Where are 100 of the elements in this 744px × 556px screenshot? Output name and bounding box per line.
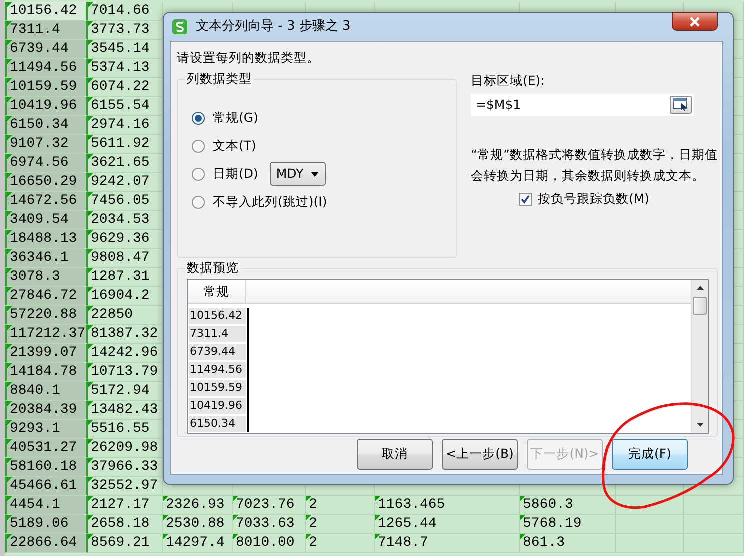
table-cell: 14184.78 [5, 363, 88, 382]
table-cell: 2 [306, 496, 375, 515]
table-cell: 40531.27 [5, 439, 88, 458]
scrollbar-thumb[interactable] [693, 297, 707, 315]
table-cell: 14672.56 [5, 192, 88, 211]
window-title: 文本分列向导 - 3 步骤之 3 [196, 18, 351, 36]
table-cell: 2 [306, 515, 375, 534]
table-cell: 5768.19 [520, 515, 616, 534]
close-button[interactable] [672, 12, 718, 31]
prompt-text: 请设置每列的数据类型。 [177, 49, 320, 67]
table-cell: 6974.56 [5, 154, 88, 173]
table-cell: 10713.79 [88, 363, 163, 382]
table-cell: 3621.65 [88, 154, 163, 173]
table-cell: 2974.16 [88, 116, 163, 135]
field-label: 目标区域(E): [471, 72, 546, 90]
table-cell: 6074.22 [88, 78, 163, 97]
table-cell: 6150.34 [5, 116, 88, 135]
table-cell: 5611.92 [88, 135, 163, 154]
radio-button[interactable]: 文本(T) [192, 136, 256, 156]
table-cell: 45466.61 [5, 477, 88, 496]
radio-button[interactable]: 日期(D) [192, 164, 258, 184]
table-cell: 3409.54 [5, 211, 88, 230]
checkbox-indicator[interactable] [519, 192, 532, 206]
dialog-button[interactable]: 完成(F) [612, 439, 688, 470]
table-cell: 9293.1 [5, 420, 88, 439]
table-cell: 22866.64 [5, 534, 88, 553]
table-cell: 9107.32 [5, 135, 88, 154]
table-cell: 9242.07 [88, 173, 163, 192]
table-cell: 6739.44 [5, 40, 88, 59]
radio-indicator[interactable] [192, 168, 205, 180]
description-text: “常规”数据格式将数值转换成数字，日期值会转换为日期，其余数据则转换成文本。 [471, 146, 719, 185]
table-cell: 2326.93 [163, 496, 233, 515]
checkbox[interactable]: 按负号跟踪负数(M) [519, 190, 721, 208]
table-cell: 3078.3 [5, 268, 88, 287]
date-format-select[interactable]: MDY [270, 162, 326, 186]
app-icon [172, 18, 188, 34]
table-cell: 16650.29 [5, 173, 88, 192]
group-label: 列数据类型 [185, 71, 254, 87]
table-cell: 20384.39 [5, 401, 88, 420]
radio-button[interactable]: 常规(G) [192, 108, 258, 128]
table-cell: 11494.56 [5, 59, 88, 78]
preview-cell: 10419.96 [189, 398, 246, 414]
table-cell: 2658.18 [88, 515, 163, 534]
table-cell: 1287.31 [88, 268, 163, 287]
table-cell: 7311.4 [5, 21, 88, 40]
table-cell: 5172.94 [88, 382, 163, 401]
table-cell: 1163.465 [375, 496, 520, 515]
dialog-button[interactable]: 取消 [357, 439, 433, 470]
table-cell: 5189.06 [5, 515, 88, 534]
table-cell: 16904.2 [88, 287, 163, 306]
radio-indicator[interactable] [192, 196, 205, 208]
column-header[interactable]: 常规 [188, 280, 246, 303]
table-cell: 2 [306, 534, 375, 553]
table-cell: 8010.00 [233, 534, 306, 553]
radio-button[interactable]: 不导入此列(跳过)(I) [192, 192, 328, 212]
table-cell: 14242.96 [88, 344, 163, 363]
table-cell: 26209.98 [88, 439, 163, 458]
preview-cell: 11494.56 [189, 362, 246, 378]
table-cell: 5860.3 [520, 496, 616, 515]
group-label: 数据预览 [185, 260, 241, 276]
table-cell: 2034.53 [88, 211, 163, 230]
table-cell: 81387.32 [88, 325, 163, 344]
preview-cell: 6739.44 [189, 344, 246, 360]
table-cell: 21399.07 [5, 344, 88, 363]
table-cell: 37966.33 [88, 458, 163, 477]
table-cell: 9808.47 [88, 249, 163, 268]
table-cell: 32552.97 [88, 477, 163, 496]
table-cell: 2530.88 [163, 515, 233, 534]
table-cell: 3545.14 [88, 40, 163, 59]
table-cell: 7023.76 [233, 496, 306, 515]
dialog-button[interactable]: <上一步(B) [442, 439, 518, 470]
table-cell: 22850 [88, 306, 163, 325]
table-cell: 7033.63 [233, 515, 306, 534]
range-select-button[interactable] [670, 96, 692, 114]
caret-icon [311, 172, 320, 176]
table-cell: 8569.21 [88, 534, 163, 553]
scroll-down-icon[interactable] [697, 423, 704, 427]
table-cell [684, 496, 744, 515]
table-cell: 1265.44 [375, 515, 520, 534]
scroll-up-icon[interactable] [697, 286, 704, 290]
scrollbar[interactable] [691, 280, 708, 433]
table-cell: 14297.4 [163, 534, 233, 553]
close-icon [689, 16, 701, 26]
table-cell: 27846.72 [5, 287, 88, 306]
table-cell: 18488.13 [5, 230, 88, 249]
table-cell: 8840.1 [5, 382, 88, 401]
table-cell: 10419.96 [5, 97, 88, 116]
preview-cell: 7311.4 [189, 326, 246, 342]
table-cell [616, 496, 684, 515]
table-cell: 6155.54 [88, 97, 163, 116]
table-cell: 117212.37 [5, 325, 88, 344]
table-cell: 36346.1 [5, 249, 88, 268]
range-icon [673, 98, 689, 112]
table-cell: 7456.05 [88, 192, 163, 211]
table-cell: 5516.55 [88, 420, 163, 439]
table-cell: 7014.66 [88, 2, 163, 21]
table-cell: 10159.59 [5, 78, 88, 97]
table-cell: 13482.43 [88, 401, 163, 420]
radio-indicator[interactable] [192, 112, 205, 124]
radio-indicator[interactable] [192, 140, 205, 152]
